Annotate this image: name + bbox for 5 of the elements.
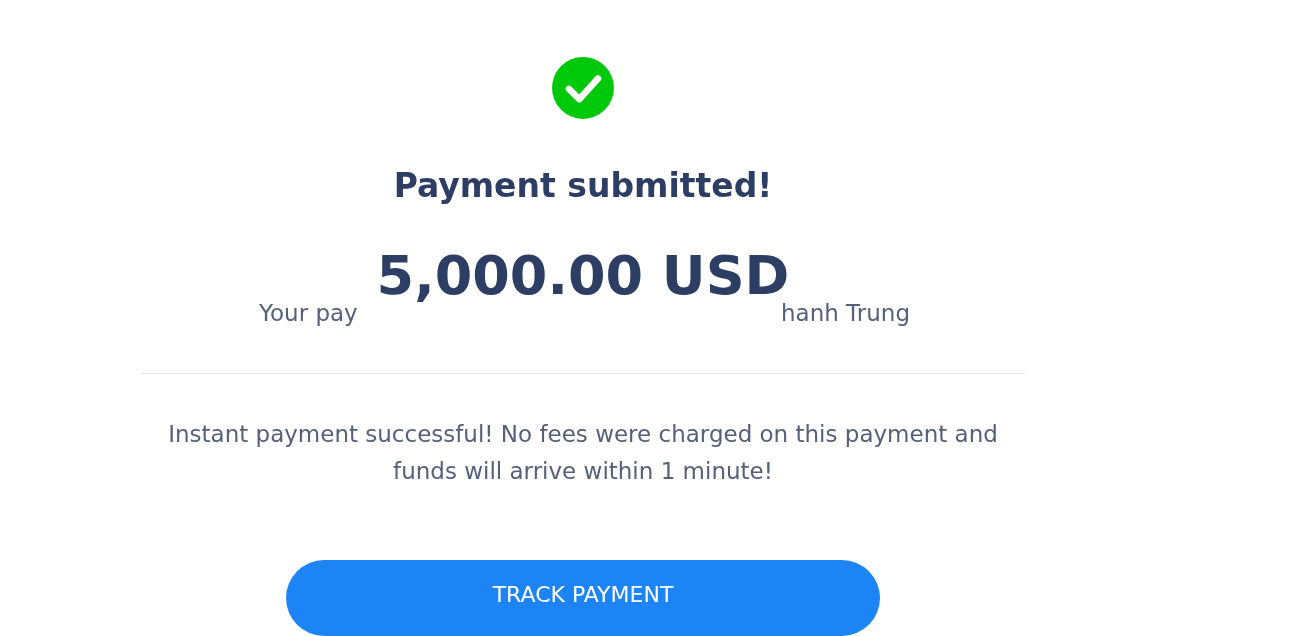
recipient-text: hanh Trung: [781, 298, 910, 328]
status-message: Instant payment successful! No fees were charged on this payment and funds will arrive within 1 minute!: [167, 419, 999, 486]
recipient-text: Your pay: [259, 298, 358, 328]
track-payment-button[interactable]: TRACK PAYMENT: [286, 559, 880, 636]
payment-title: Payment submitted!: [393, 165, 773, 206]
